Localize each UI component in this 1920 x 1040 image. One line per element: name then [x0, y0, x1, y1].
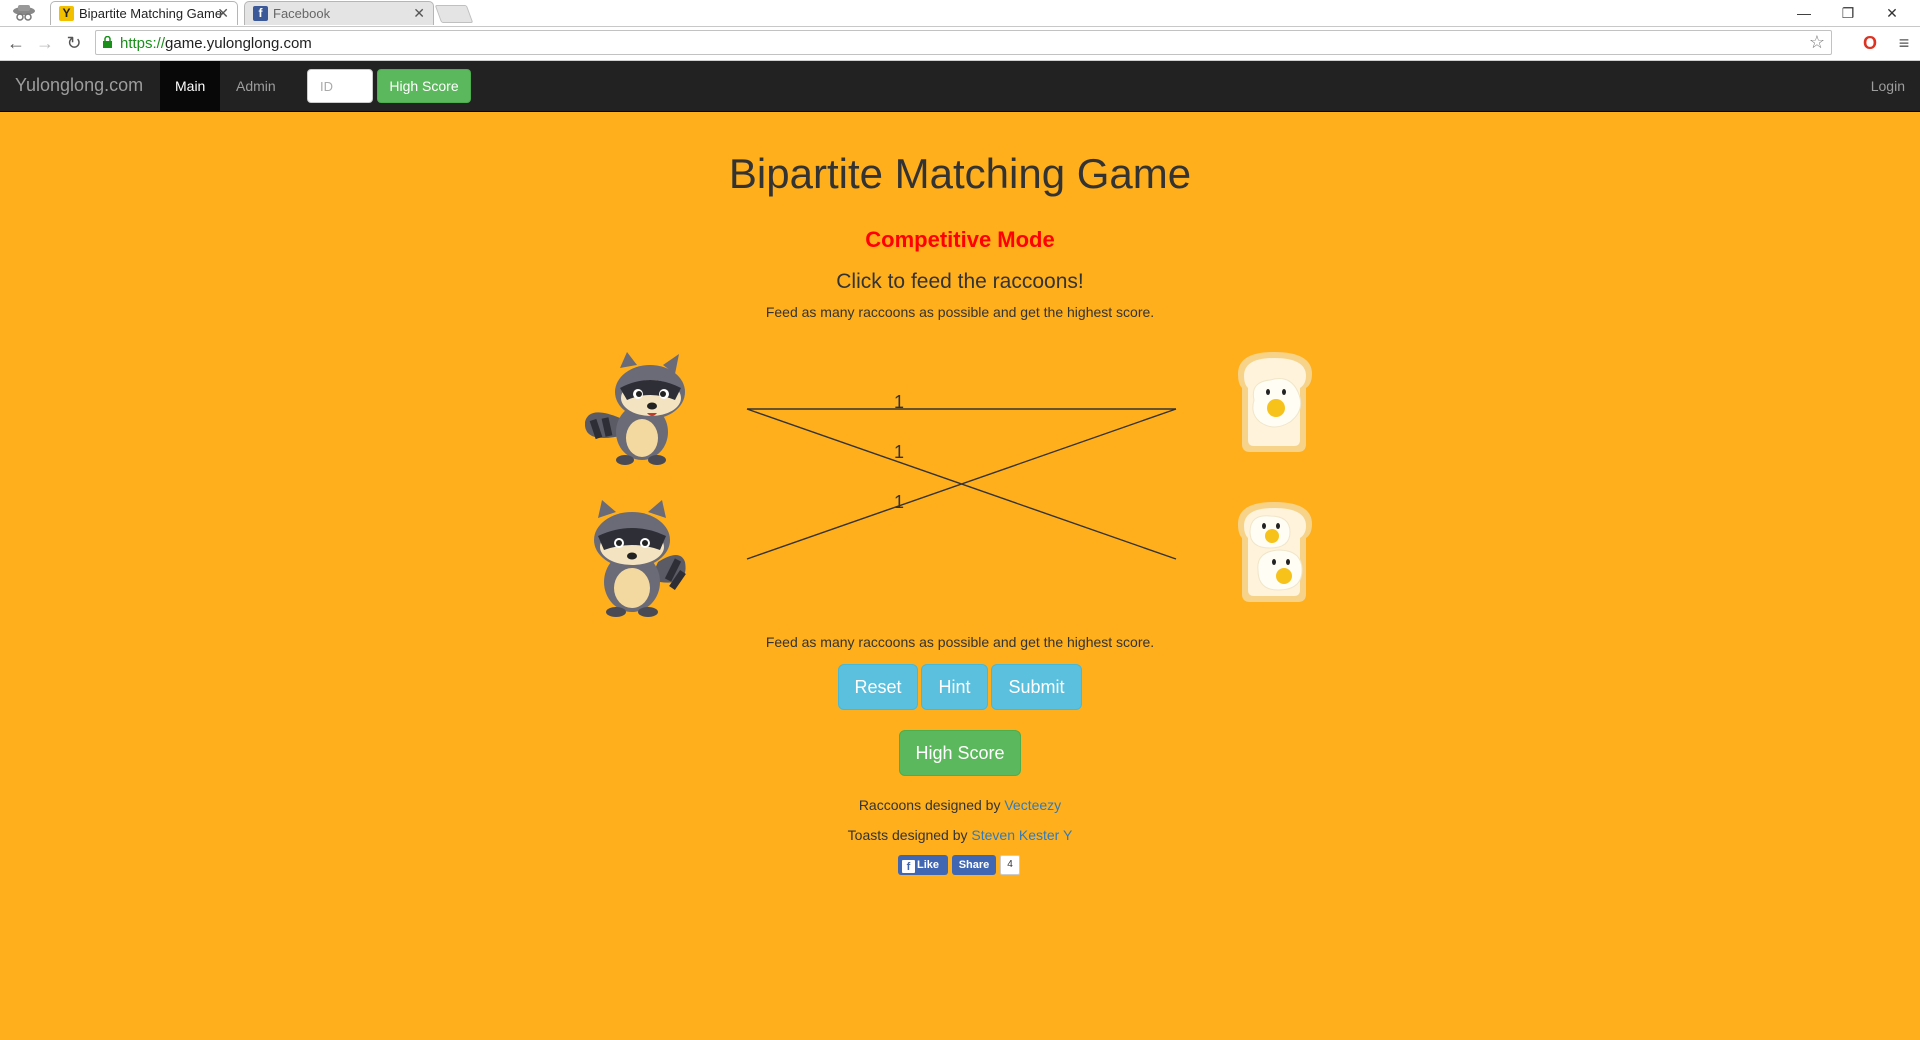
highscore-button[interactable]: High Score: [899, 730, 1021, 776]
incognito-icon: [13, 5, 35, 21]
facebook-share-button[interactable]: Share: [952, 855, 996, 875]
login-link[interactable]: Login: [1871, 61, 1905, 111]
facebook-logo-icon: f: [902, 860, 915, 873]
site-brand[interactable]: Yulonglong.com: [15, 75, 143, 96]
browser-tab-strip: Y Bipartite Matching Game ✕ f Facebook ✕…: [0, 0, 1920, 27]
forward-arrow-icon[interactable]: →: [34, 32, 56, 54]
raccoons-credit-text: Raccoons designed by: [858, 797, 1005, 813]
nav-admin[interactable]: Admin: [221, 61, 291, 111]
lock-icon: [103, 36, 112, 48]
browser-toolbar: ← → ↻ https://game.yulonglong.com ☆ O ≡: [0, 27, 1920, 61]
steven-kester-link[interactable]: Steven Kester Y: [971, 827, 1072, 843]
nav-main[interactable]: Main: [160, 61, 221, 111]
id-input[interactable]: [307, 69, 373, 103]
toast-eggs-icon[interactable]: [1238, 502, 1312, 602]
share-count: 4: [1000, 855, 1020, 875]
tab-bipartite-game[interactable]: Y Bipartite Matching Game ✕: [50, 1, 238, 25]
instruction-text: Click to feed the raccoons!: [836, 270, 1084, 293]
subtitle-bottom: Feed as many raccoons as possible and ge…: [765, 634, 1155, 650]
bipartite-graph: 1 1 1: [584, 352, 1312, 617]
raccoon-icon[interactable]: [584, 352, 685, 465]
site-navbar: Yulonglong.com Main Admin High Score Log…: [0, 61, 1920, 112]
vecteezy-link[interactable]: Vecteezy: [1004, 797, 1061, 813]
facebook-like-button[interactable]: f Like: [898, 855, 948, 875]
toasts-credit-text: Toasts designed by: [847, 827, 972, 843]
close-tab-icon[interactable]: ✕: [413, 5, 425, 22]
restore-icon[interactable]: ❐: [1828, 2, 1868, 24]
facebook-favicon-icon: f: [253, 6, 268, 21]
submit-button[interactable]: Submit: [991, 664, 1082, 710]
bookmark-star-icon[interactable]: ☆: [1809, 32, 1825, 53]
reset-button[interactable]: Reset: [838, 664, 918, 710]
close-tab-icon[interactable]: ✕: [217, 5, 229, 22]
back-arrow-icon[interactable]: ←: [5, 32, 27, 54]
edge-weight-label: 1: [894, 442, 904, 462]
raccoon-icon[interactable]: [594, 500, 686, 617]
edge-weight-label: 1: [894, 492, 904, 512]
close-window-icon[interactable]: ✕: [1872, 2, 1912, 24]
menu-hamburger-icon[interactable]: ≡: [1893, 32, 1915, 54]
like-label: Like: [917, 859, 940, 871]
opera-extension-icon[interactable]: O: [1859, 32, 1881, 54]
navbar-highscore-button[interactable]: High Score: [377, 69, 471, 103]
toasts-credit: Toasts designed by Steven Kester Y: [0, 827, 1920, 843]
minimize-icon[interactable]: —: [1784, 2, 1824, 24]
page-title: Bipartite Matching Game: [728, 150, 1192, 197]
yulonglong-favicon-icon: Y: [59, 6, 74, 21]
toast-egg-icon[interactable]: [1238, 352, 1312, 452]
tab-title: Facebook: [273, 6, 331, 21]
mode-label: Competitive Mode: [865, 227, 1055, 252]
new-tab-button[interactable]: [434, 5, 474, 23]
url-text: https://game.yulonglong.com: [120, 35, 312, 52]
subtitle-top: Feed as many raccoons as possible and ge…: [765, 304, 1155, 320]
tab-title: Bipartite Matching Game: [79, 6, 223, 21]
hint-button[interactable]: Hint: [921, 664, 988, 710]
tab-facebook[interactable]: f Facebook ✕: [244, 1, 434, 25]
edge-weight-label: 1: [894, 392, 904, 412]
reload-icon[interactable]: ↻: [63, 32, 85, 54]
raccoons-credit: Raccoons designed by Vecteezy: [0, 797, 1920, 813]
address-bar[interactable]: https://game.yulonglong.com ☆: [95, 30, 1832, 55]
